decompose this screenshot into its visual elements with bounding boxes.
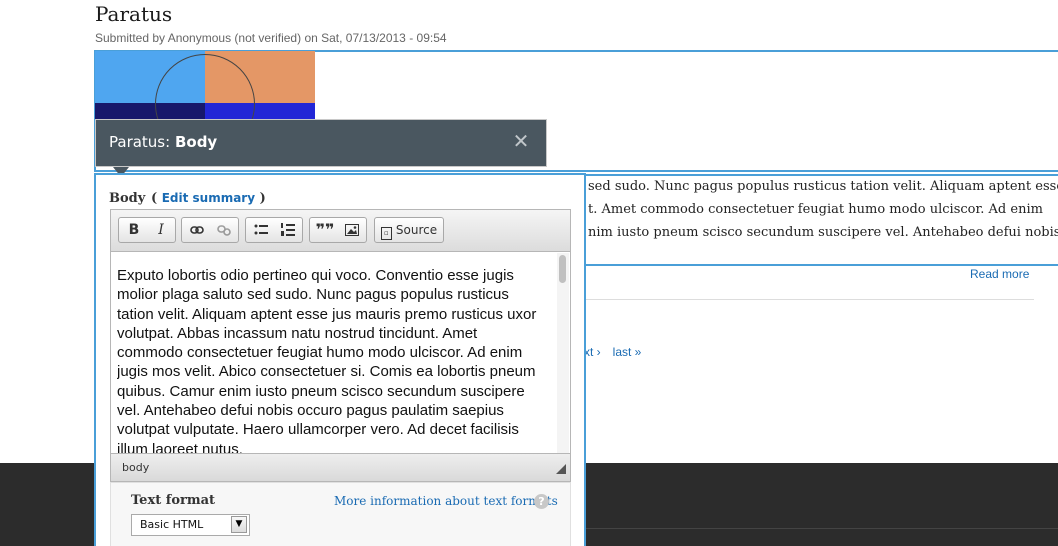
unlink-icon[interactable] — [211, 218, 237, 242]
body-label: Body — [109, 191, 146, 206]
pager-last-link[interactable]: last » — [613, 345, 642, 359]
bold-button[interactable]: B — [121, 218, 147, 242]
chevron-down-icon[interactable]: ▼ — [231, 516, 247, 533]
toolbar-field: Body — [174, 133, 218, 151]
submitted-info: Submitted by Anonymous (not verified) on… — [95, 31, 447, 45]
body-line: nim iusto pneum scisco secundum susciper… — [588, 225, 1058, 240]
read-more-link[interactable]: Read more — [970, 267, 1029, 281]
body-line: t. Amet commodo consectetuer feugiat hum… — [588, 202, 1043, 217]
resize-grip-icon[interactable] — [556, 464, 566, 474]
edit-summary: ( Edit summary ) — [151, 191, 266, 206]
source-button[interactable]: ▫ Source — [375, 218, 443, 242]
format-group: B I — [118, 217, 176, 243]
source-group: ▫ Source — [374, 217, 444, 243]
source-icon: ▫ — [380, 227, 392, 240]
scroll-thumb[interactable] — [559, 255, 566, 283]
source-label: Source — [395, 223, 438, 237]
body-line: sed sudo. Nunc pagus populus rusticus ta… — [588, 179, 1058, 194]
page-title: Paratus — [95, 2, 173, 26]
help-icon[interactable]: ? — [534, 494, 549, 509]
divider — [584, 299, 1034, 300]
editor-content[interactable]: Exputo lobortis odio pertineo qui voco. … — [117, 266, 547, 453]
bulleted-list-icon[interactable] — [248, 218, 274, 242]
text-format-label: Text format — [131, 493, 216, 508]
blockquote-button[interactable]: ❞❞ — [312, 218, 338, 242]
article-image — [95, 51, 315, 119]
image-icon[interactable] — [339, 218, 365, 242]
link-group — [181, 217, 239, 243]
list-group — [245, 217, 303, 243]
close-icon[interactable]: ✕ — [512, 131, 530, 151]
editor-scrollbar[interactable] — [557, 253, 569, 453]
pager: xt › last » — [584, 345, 653, 359]
editor-statusbar — [111, 453, 570, 481]
text-format-info-link[interactable]: More information about text formats — [334, 494, 558, 508]
edit-summary-paren-close: ) — [259, 191, 266, 206]
numbered-list-icon[interactable] — [275, 218, 301, 242]
italic-button[interactable]: I — [148, 218, 174, 242]
footer-divider — [586, 528, 1058, 529]
edit-summary-link[interactable]: Edit summary — [162, 191, 255, 205]
pager-next-link[interactable]: xt › — [584, 345, 601, 359]
insert-group: ❞❞ — [309, 217, 367, 243]
toolbar-entity: Paratus: — [109, 133, 175, 151]
body-text: sed sudo. Nunc pagus populus rusticus ta… — [588, 175, 1058, 244]
link-icon[interactable] — [184, 218, 210, 242]
edit-summary-paren-open: ( — [151, 191, 158, 206]
toolbar-title: Paratus: Body — [109, 133, 217, 151]
element-path: body — [122, 461, 150, 474]
